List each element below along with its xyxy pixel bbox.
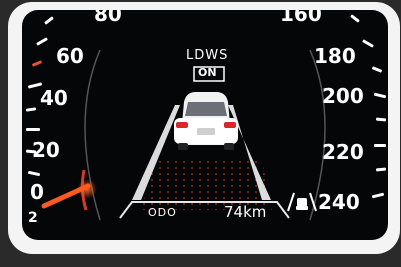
speed-label: 180 bbox=[314, 44, 356, 68]
corner-badge: 2 bbox=[28, 210, 38, 226]
ldws-status: ON bbox=[198, 66, 217, 79]
odometer-label: ODO bbox=[148, 206, 177, 219]
right-tick bbox=[374, 144, 386, 147]
speed-label: 220 bbox=[322, 140, 364, 164]
speed-label: 160 bbox=[280, 10, 322, 26]
speed-label: 20 bbox=[32, 138, 60, 162]
trip-distance: 74km bbox=[224, 203, 267, 221]
speed-label: 80 bbox=[94, 10, 122, 26]
ldws-title: LDWS bbox=[186, 48, 229, 63]
lane-assist-icon bbox=[287, 192, 317, 212]
cluster-screen: 80 60 40 20 0 160 180 200 220 240 LDWS O… bbox=[22, 10, 388, 240]
speed-label: 40 bbox=[40, 86, 68, 110]
car-rear-icon bbox=[174, 92, 238, 150]
left-tick bbox=[26, 128, 40, 131]
speed-label: 60 bbox=[56, 44, 84, 68]
speed-label: 200 bbox=[322, 84, 364, 108]
instrument-cluster: 80 60 40 20 0 160 180 200 220 240 LDWS O… bbox=[0, 0, 401, 267]
speed-label: 240 bbox=[318, 190, 360, 214]
speed-label: 0 bbox=[30, 180, 44, 204]
